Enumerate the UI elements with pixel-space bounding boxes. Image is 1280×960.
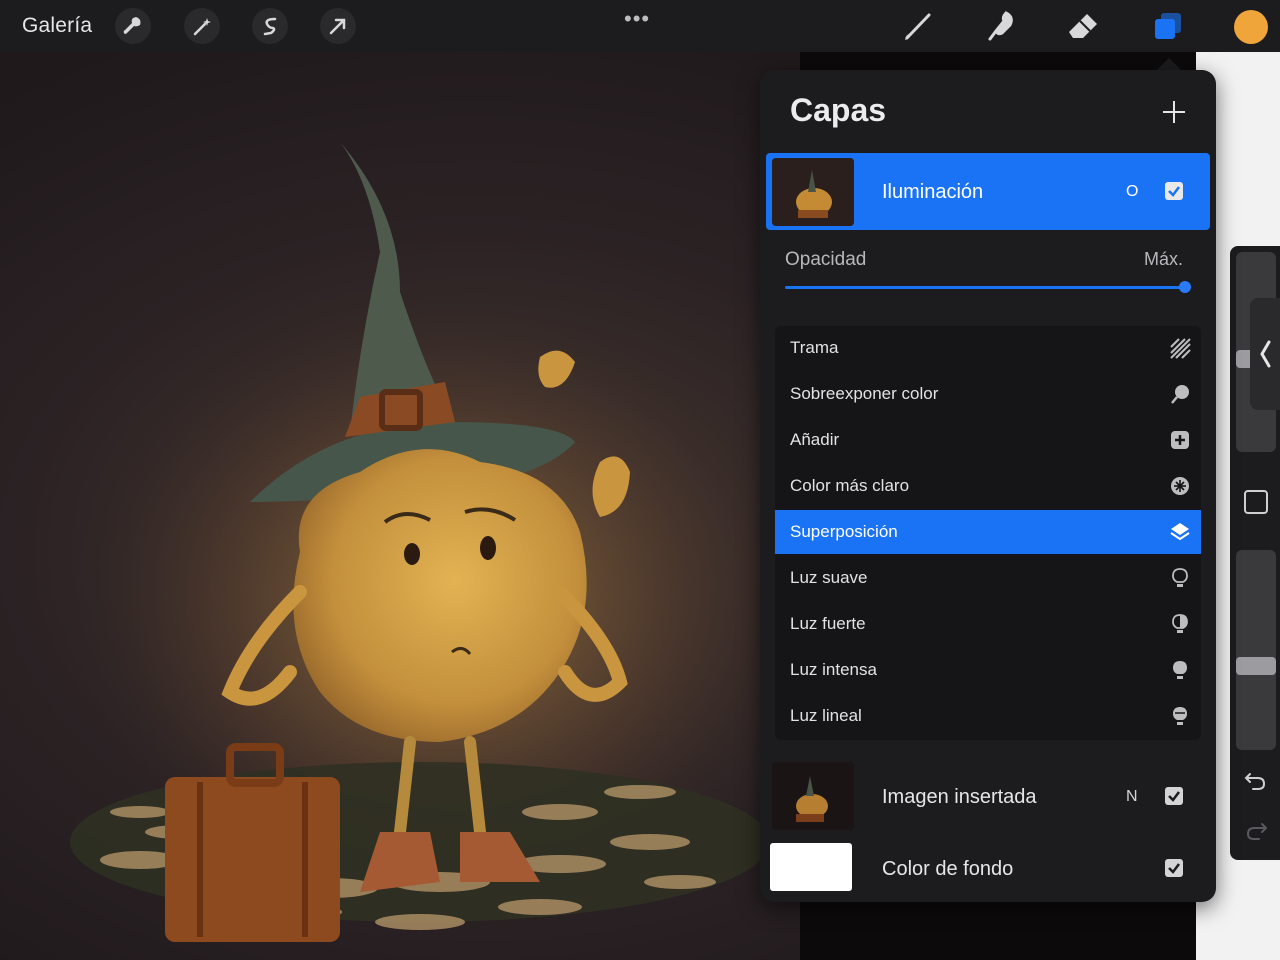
hatch-icon <box>1169 337 1191 359</box>
smudge-icon[interactable] <box>983 8 1019 44</box>
magic-wand-icon[interactable] <box>184 8 220 44</box>
blend-mode-item[interactable]: Luz suave <box>775 556 1201 600</box>
bulb-lines-icon <box>1169 705 1191 727</box>
bulb-outline-icon <box>1169 567 1191 589</box>
blend-mode-label: Añadir <box>790 430 840 449</box>
layer-row[interactable]: Imagen insertada N <box>766 760 1210 832</box>
blend-mode-button[interactable]: O <box>1126 183 1138 201</box>
layers-icon[interactable] <box>1150 8 1186 44</box>
gallery-button[interactable]: Galería <box>22 14 92 38</box>
blend-mode-item[interactable]: Trama <box>775 326 1201 370</box>
blend-mode-item[interactable]: Añadir <box>775 418 1201 462</box>
blend-mode-label: Luz intensa <box>790 660 877 679</box>
layer-row-active[interactable]: Iluminación O <box>766 153 1210 230</box>
blend-mode-item[interactable]: Luz intensa <box>775 648 1201 692</box>
layer-name: Imagen insertada <box>882 786 1037 808</box>
blend-mode-label: Superposición <box>790 522 898 541</box>
bulb-filled-icon <box>1169 659 1191 681</box>
blend-mode-button[interactable]: N <box>1126 788 1138 806</box>
check-icon <box>1168 186 1180 197</box>
opacity-slider-track[interactable] <box>785 286 1185 289</box>
top-toolbar: Galería ••• <box>0 0 1280 52</box>
sidebar-collapse-tab[interactable] <box>1250 298 1280 410</box>
opacity-slider-knob[interactable] <box>1179 281 1191 293</box>
background-color-swatch[interactable] <box>770 843 852 891</box>
more-options-icon[interactable]: ••• <box>624 6 650 32</box>
panel-title: Capas <box>790 92 887 128</box>
chevron-left-icon <box>1260 340 1271 368</box>
layer-visibility-checkbox[interactable] <box>1165 859 1183 877</box>
opacity-slider[interactable] <box>1236 550 1276 750</box>
layers-panel: Capas Iluminación O Opacidad Máx. Trama … <box>760 70 1216 902</box>
blend-mode-item[interactable]: Sobreexponer color <box>775 372 1201 416</box>
blend-mode-item-selected[interactable]: Superposición <box>775 510 1201 554</box>
blend-mode-label: Luz lineal <box>790 706 862 725</box>
opacity-label: Opacidad <box>785 249 867 270</box>
blend-mode-label: Sobreexponer color <box>790 384 939 403</box>
blend-mode-item[interactable]: Luz lineal <box>775 694 1201 738</box>
color-picker-swatch[interactable] <box>1234 10 1268 44</box>
layer-visibility-checkbox[interactable] <box>1165 787 1183 805</box>
plus-icon[interactable] <box>1160 98 1188 126</box>
dodge-icon <box>1169 383 1191 405</box>
layer-name: Iluminación <box>882 181 984 203</box>
blend-mode-item[interactable]: Luz fuerte <box>775 602 1201 646</box>
add-square-icon <box>1169 429 1191 451</box>
brush-icon[interactable] <box>900 8 936 44</box>
bulb-half-icon <box>1169 613 1191 635</box>
layer-row-background[interactable]: Color de fondo <box>766 834 1210 906</box>
selection-icon[interactable] <box>252 8 288 44</box>
redo-icon[interactable] <box>1244 820 1268 842</box>
blend-mode-label: Luz fuerte <box>790 614 866 633</box>
check-icon <box>1168 791 1180 802</box>
layer-visibility-checkbox[interactable] <box>1165 182 1183 200</box>
starburst-icon <box>1169 475 1191 497</box>
eraser-icon[interactable] <box>1066 8 1102 44</box>
modify-square-icon[interactable] <box>1244 490 1268 514</box>
layer-thumbnail <box>772 158 854 226</box>
blend-mode-label: Trama <box>790 338 839 357</box>
layer-name: Color de fondo <box>882 858 1014 880</box>
blend-mode-label: Color más claro <box>790 476 910 495</box>
wrench-icon[interactable] <box>115 8 151 44</box>
layers-stack-icon <box>1169 521 1191 543</box>
transform-arrow-icon[interactable] <box>320 8 356 44</box>
undo-icon[interactable] <box>1244 770 1268 792</box>
check-icon <box>1168 863 1180 874</box>
blend-mode-list: Trama Sobreexponer color Añadir Color má… <box>775 326 1201 740</box>
panel-pointer <box>1157 58 1181 70</box>
blend-mode-item[interactable]: Color más claro <box>775 464 1201 508</box>
blend-mode-label: Luz suave <box>790 568 868 587</box>
opacity-value: Máx. <box>1144 249 1184 269</box>
layer-thumbnail <box>772 762 854 830</box>
opacity-knob[interactable] <box>1236 657 1276 675</box>
